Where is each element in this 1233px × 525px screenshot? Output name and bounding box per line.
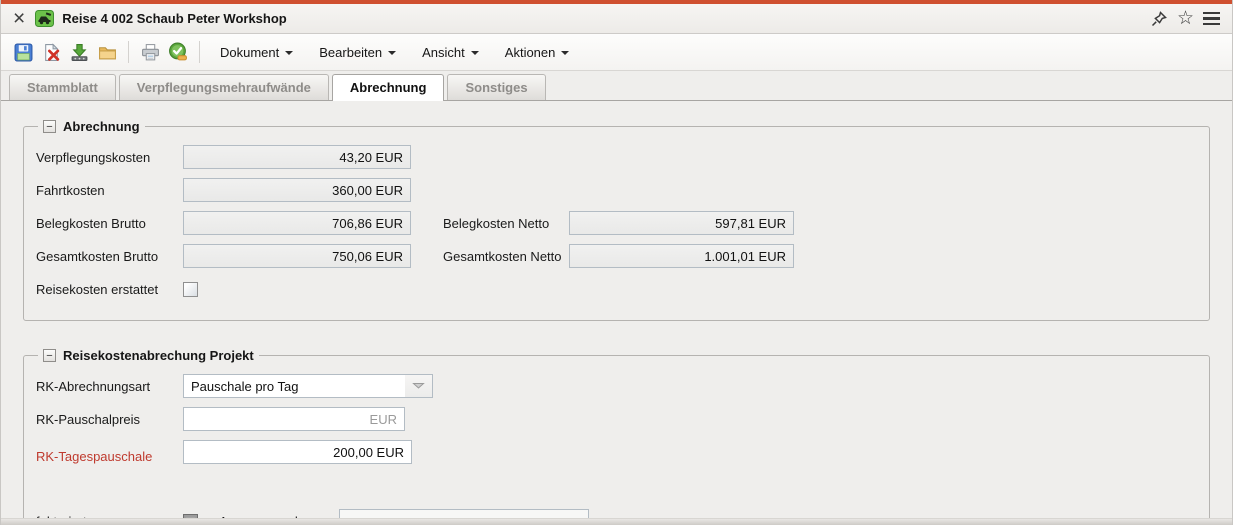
gesamtkosten-netto-field[interactable] — [569, 244, 794, 268]
rk-pauschalpreis-field[interactable] — [183, 407, 405, 431]
pin-icon[interactable] — [1150, 10, 1168, 28]
tab-bar: Stammblatt Verpflegungsmehraufwände Abre… — [1, 71, 1232, 101]
section-title: Abrechnung — [63, 119, 140, 134]
chevron-down-icon — [561, 51, 569, 55]
menu-bearbeiten[interactable]: Bearbeiten — [310, 40, 405, 65]
menu-label: Aktionen — [505, 45, 556, 60]
field-label: Gesamtkosten Netto — [443, 249, 569, 264]
tab-verpflegungsmehraufwaende[interactable]: Verpflegungsmehraufwände — [119, 74, 329, 100]
section-reisekostenabrechung-projekt: − Reisekostenabrechung Projekt RK-Abrech… — [23, 348, 1210, 525]
field-label-required: RK-Tagespauschale — [36, 449, 152, 464]
menu-dokument[interactable]: Dokument — [211, 40, 302, 65]
application-window: × Reise 4 002 Schaub Peter Workshop ☆ — [0, 0, 1233, 525]
field-label: Belegkosten Netto — [443, 216, 569, 231]
field-row-verpflegungskosten: Verpflegungskosten — [36, 145, 1197, 169]
section-abrechnung-header: − Abrechnung — [38, 119, 145, 134]
field-row-belegkosten: Belegkosten Brutto Belegkosten Netto — [36, 211, 1197, 235]
tab-content-abrechnung: − Abrechnung Verpflegungskosten Fahrtkos… — [1, 101, 1232, 525]
toolbar-separator — [128, 41, 129, 63]
travel-app-icon — [35, 10, 54, 27]
field-label: Gesamtkosten Brutto — [36, 249, 183, 264]
tab-abrechnung[interactable]: Abrechnung — [332, 74, 445, 101]
menu-label: Dokument — [220, 45, 279, 60]
field-row-reisekosten-erstattet: Reisekosten erstattet — [36, 277, 1197, 301]
import-icon[interactable] — [66, 39, 92, 65]
belegkosten-netto-field[interactable] — [569, 211, 794, 235]
field-row-gesamtkosten: Gesamtkosten Brutto Gesamtkosten Netto — [36, 244, 1197, 268]
field-label: Fahrtkosten — [36, 183, 183, 198]
reisekosten-erstattet-checkbox[interactable] — [183, 282, 198, 297]
collapse-toggle-icon[interactable]: − — [43, 120, 56, 133]
validate-icon[interactable] — [165, 39, 191, 65]
menu-ansicht[interactable]: Ansicht — [413, 40, 488, 65]
chevron-down-icon — [471, 51, 479, 55]
toolbar: Dokument Bearbeiten Ansicht Aktionen — [1, 34, 1232, 71]
field-label-wrap: RK-Tagespauschale — [36, 440, 183, 474]
field-row-rk-tagespauschale: RK-Tagespauschale — [36, 440, 1197, 500]
field-label: Belegkosten Brutto — [36, 216, 183, 231]
menu-label: Ansicht — [422, 45, 465, 60]
dropdown-arrow-icon — [405, 375, 432, 397]
tab-stammblatt[interactable]: Stammblatt — [9, 74, 116, 100]
tab-sonstiges[interactable]: Sonstiges — [447, 74, 545, 100]
gesamtkosten-brutto-field[interactable] — [183, 244, 411, 268]
belegkosten-brutto-field[interactable] — [183, 211, 411, 235]
delete-document-icon[interactable] — [38, 39, 64, 65]
section-abrechnung: − Abrechnung Verpflegungskosten Fahrtkos… — [23, 119, 1210, 321]
chevron-down-icon — [388, 51, 396, 55]
titlebar: × Reise 4 002 Schaub Peter Workshop ☆ — [1, 4, 1232, 34]
window-bottom-edge — [1, 518, 1232, 525]
section-projekt-header: − Reisekostenabrechung Projekt — [38, 348, 259, 363]
close-icon[interactable]: × — [13, 9, 25, 29]
favorite-star-icon[interactable]: ☆ — [1177, 10, 1194, 28]
fahrtkosten-field[interactable] — [183, 178, 411, 202]
chevron-down-icon — [285, 51, 293, 55]
menu-label: Bearbeiten — [319, 45, 382, 60]
collapse-toggle-icon[interactable]: − — [43, 349, 56, 362]
field-row-fahrtkosten: Fahrtkosten — [36, 178, 1197, 202]
menu-hamburger-icon[interactable] — [1203, 10, 1220, 28]
rk-abrechnungsart-select[interactable]: Pauschale pro Tag — [183, 374, 433, 398]
rk-tagespauschale-field[interactable] — [183, 440, 412, 464]
menu-aktionen[interactable]: Aktionen — [496, 40, 579, 65]
verpflegungskosten-field[interactable] — [183, 145, 411, 169]
field-row-rk-abrechnungsart: RK-Abrechnungsart Pauschale pro Tag — [36, 374, 1197, 398]
folder-icon[interactable] — [94, 39, 120, 65]
field-label: RK-Pauschalpreis — [36, 412, 183, 427]
save-icon[interactable] — [10, 39, 36, 65]
section-title: Reisekostenabrechung Projekt — [63, 348, 254, 363]
field-label: Verpflegungskosten — [36, 150, 183, 165]
field-label: RK-Abrechnungsart — [36, 379, 183, 394]
field-row-rk-pauschalpreis: RK-Pauschalpreis — [36, 407, 1197, 431]
window-title: Reise 4 002 Schaub Peter Workshop — [62, 11, 286, 26]
toolbar-separator — [199, 41, 200, 63]
selected-option: Pauschale pro Tag — [184, 379, 405, 394]
field-label: Reisekosten erstattet — [36, 282, 183, 297]
print-icon[interactable] — [137, 39, 163, 65]
